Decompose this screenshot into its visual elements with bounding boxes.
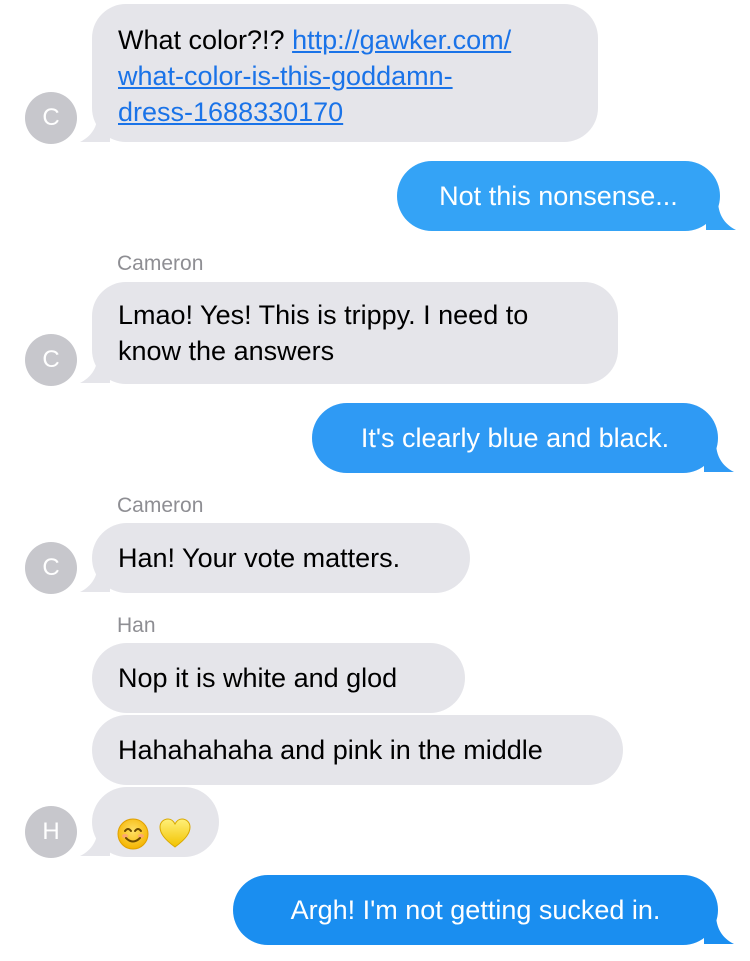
message-text: What color?!?: [118, 25, 293, 55]
avatar[interactable]: H: [25, 806, 77, 858]
message-link[interactable]: http://gawker.com/: [292, 25, 511, 55]
message-text: Han! Your vote matters.: [118, 543, 401, 573]
sender-name: Han: [117, 614, 156, 637]
incoming-bubble-tail: [80, 353, 110, 383]
message-text: Lmao! Yes! This is trippy. I need to: [118, 300, 529, 330]
sender-name: Cameron: [117, 252, 204, 275]
incoming-message-bubble[interactable]: Nop it is white and glod: [92, 643, 465, 713]
incoming-message-bubble[interactable]: Hahahahaha and pink in the middle: [92, 715, 623, 785]
message-link[interactable]: dress-1688330170: [118, 97, 343, 127]
outgoing-message-bubble[interactable]: Not this nonsense...: [397, 161, 720, 231]
sender-name: Cameron: [117, 494, 204, 517]
outgoing-message-bubble[interactable]: It's clearly blue and black.: [312, 403, 718, 473]
avatar[interactable]: C: [25, 542, 77, 594]
incoming-message-bubble[interactable]: Han! Your vote matters.: [92, 523, 470, 593]
message-link[interactable]: what-color-is-this-goddamn-: [118, 61, 453, 91]
outgoing-bubble-tail: [706, 200, 736, 230]
message-text: Argh! I'm not getting sucked in.: [290, 895, 661, 925]
message-text: Nop it is white and glod: [118, 663, 398, 693]
incoming-bubble-tail: [80, 826, 110, 856]
outgoing-bubble-tail: [704, 914, 734, 944]
incoming-message-bubble[interactable]: What color?!? http://gawker.com/ what-co…: [92, 4, 598, 142]
avatar[interactable]: C: [25, 92, 77, 144]
message-text: know the answers: [118, 336, 335, 366]
message-text: Hahahahaha and pink in the middle: [118, 735, 543, 765]
smiling-face-emoji: [116, 807, 150, 850]
outgoing-message-bubble[interactable]: Argh! I'm not getting sucked in.: [233, 875, 718, 945]
outgoing-bubble-tail: [704, 442, 734, 472]
avatar[interactable]: C: [25, 334, 77, 386]
incoming-bubble-tail: [80, 562, 110, 592]
yellow-heart-emoji: [158, 807, 192, 848]
incoming-message-bubble[interactable]: Lmao! Yes! This is trippy. I need to kno…: [92, 282, 618, 384]
incoming-bubble-tail: [80, 112, 110, 142]
message-text: It's clearly blue and black.: [360, 423, 670, 453]
message-text: Not this nonsense...: [439, 181, 678, 211]
message-thread: What color?!? http://gawker.com/ what-co…: [0, 0, 750, 961]
incoming-message-bubble[interactable]: [92, 787, 219, 857]
